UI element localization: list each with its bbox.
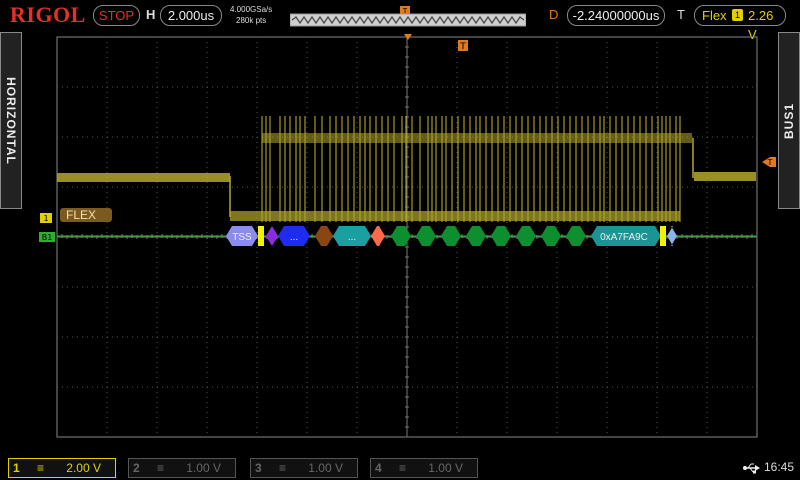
trigger-level-marker-text: T	[767, 158, 773, 167]
coupling-icon: ≡	[37, 461, 45, 475]
channel-3-status[interactable]: 3 ≡ 1.00 V	[250, 458, 358, 478]
svg-text:0xA7FA9C: 0xA7FA9C	[600, 232, 648, 243]
svg-text:...: ...	[348, 232, 356, 243]
channel-1-status[interactable]: 1 ≡ 2.00 V	[8, 458, 116, 478]
ch1-waveform	[57, 116, 756, 222]
bus1-offset-text: B1	[42, 233, 53, 242]
channel-scale: 2.00 V	[66, 461, 101, 475]
coupling-icon: ≡	[399, 461, 407, 475]
channel-number: 3	[255, 461, 262, 475]
channel-status-bar: 1 ≡ 2.00 V 2 ≡ 1.00 V 3 ≡ 1.00 V 4 ≡ 1.0…	[0, 456, 800, 480]
usb-icon	[743, 463, 760, 474]
channel-scale: 1.00 V	[428, 461, 463, 475]
channel-number: 4	[375, 461, 382, 475]
svg-text:TSS: TSS	[232, 232, 252, 243]
channel-scale: 1.00 V	[186, 461, 221, 475]
coupling-icon: ≡	[157, 461, 165, 475]
svg-text:...: ...	[290, 232, 298, 243]
coupling-icon: ≡	[279, 461, 287, 475]
bus-protocol-label: FLEX	[60, 208, 112, 222]
clock: 16:45	[764, 460, 795, 474]
channel-scale: 1.00 V	[308, 461, 343, 475]
ch1-offset-text: 1	[43, 214, 48, 223]
channel-number: 1	[13, 461, 20, 475]
channel-2-status[interactable]: 2 ≡ 1.00 V	[128, 458, 236, 478]
channel-number: 2	[133, 461, 140, 475]
waveform-display[interactable]: TSS...... 0xA7FA9C T T 1 B1	[0, 0, 800, 480]
trigger-delay-text: T	[459, 42, 466, 52]
channel-4-status[interactable]: 4 ≡ 1.00 V	[370, 458, 478, 478]
